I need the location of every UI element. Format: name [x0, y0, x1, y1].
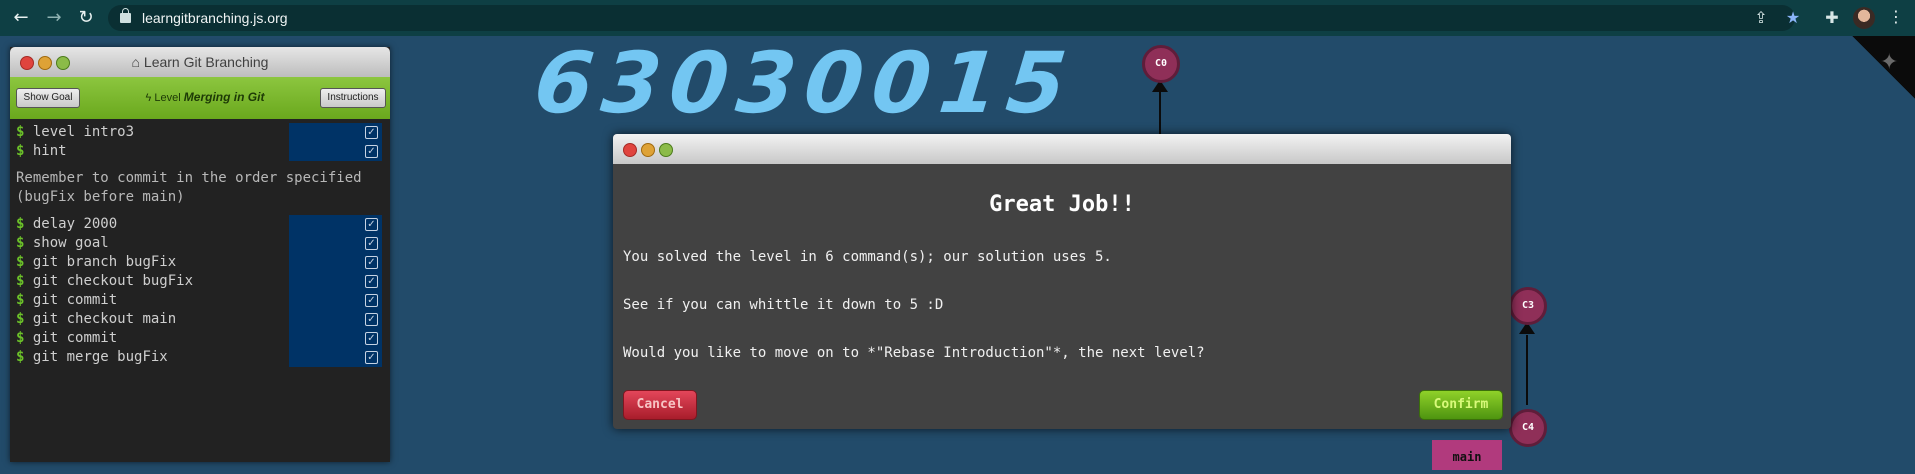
commit-node-c3[interactable]: C3 — [1509, 287, 1547, 325]
level-note: Remember to commit in the order specifie… — [16, 169, 386, 207]
command-line: $ git checkout bugFix — [16, 272, 193, 291]
command-line: $ hint — [16, 142, 67, 161]
instructions-button[interactable]: Instructions — [320, 88, 386, 108]
checkbox-checked-icon: ✓ — [365, 351, 378, 364]
prompt-symbol: $ — [16, 254, 25, 270]
level-title: ϟ Level Merging in Git — [130, 90, 280, 104]
command-line: $ git branch bugFix — [16, 253, 176, 272]
close-dot-icon[interactable] — [623, 143, 637, 157]
dialog-heading: Great Job!! — [989, 192, 1135, 217]
confirm-button[interactable]: Confirm — [1419, 390, 1503, 420]
more-icon[interactable]: ⋮ — [1888, 7, 1904, 29]
url-text[interactable]: learngitbranching.js.org — [142, 10, 288, 26]
level-toolbar: Show Goal ϟ Level Merging in Git Instruc… — [10, 77, 390, 119]
command-line: $ git commit — [16, 291, 117, 310]
command-line: $ git checkout main — [16, 310, 176, 329]
prompt-symbol: $ — [16, 273, 25, 289]
checkbox-checked-icon: ✓ — [365, 237, 378, 250]
checkbox-checked-icon: ✓ — [365, 275, 378, 288]
command-line: $ level intro3 — [16, 123, 134, 142]
prompt-symbol: $ — [16, 330, 25, 346]
level-complete-dialog: Great Job!! You solved the level in 6 co… — [613, 134, 1511, 429]
commit-node-c4[interactable]: C4 — [1509, 409, 1547, 447]
maximize-dot-icon[interactable] — [659, 143, 673, 157]
commit-node-c0[interactable]: C0 — [1142, 45, 1180, 83]
checkbox-checked-icon: ✓ — [365, 126, 378, 139]
profile-avatar[interactable] — [1853, 7, 1875, 29]
share-icon[interactable]: ⇪ — [1751, 8, 1771, 28]
command-text: git checkout bugFix — [32, 273, 194, 289]
prompt-symbol: $ — [16, 216, 25, 232]
handwritten-number: 63030015 — [529, 34, 1080, 132]
dialog-message-line: See if you can whittle it down to 5 :D — [623, 297, 944, 313]
note-line: Remember to commit in the order specifie… — [16, 170, 362, 186]
command-text: show goal — [32, 235, 109, 251]
prompt-symbol: $ — [16, 235, 25, 251]
command-text: level intro3 — [32, 124, 135, 140]
note-line: (bugFix before main) — [16, 189, 185, 205]
checkbox-checked-icon: ✓ — [365, 218, 378, 231]
command-line: $ show goal — [16, 234, 109, 253]
panel-titlebar: ⌂ Learn Git Branching — [10, 47, 390, 77]
command-text: git checkout main — [32, 311, 177, 327]
prompt-symbol: $ — [16, 349, 25, 365]
prompt-symbol: $ — [16, 124, 25, 140]
command-line: $ git merge bugFix — [16, 348, 168, 367]
checkbox-checked-icon: ✓ — [365, 313, 378, 326]
prompt-symbol: $ — [16, 143, 25, 159]
command-line: $ git commit — [16, 329, 117, 348]
checkbox-checked-icon: ✓ — [365, 145, 378, 158]
branch-label-main[interactable]: main — [1432, 440, 1502, 470]
star-icon[interactable]: ★ — [1783, 8, 1803, 28]
checkbox-checked-icon: ✓ — [365, 294, 378, 307]
reload-icon[interactable]: ↻ — [75, 7, 97, 29]
command-text: git merge bugFix — [32, 349, 168, 365]
command-text: git commit — [32, 292, 118, 308]
edge-c0 — [1159, 92, 1161, 134]
browser-toolbar: ← → ↻ learngitbranching.js.org ⇪ ★ ✚ ⋮ — [0, 0, 1915, 36]
dialog-message-line: Would you like to move on to *"Rebase In… — [623, 345, 1205, 361]
command-text: delay 2000 — [32, 216, 118, 232]
home-icon: ⌂ — [131, 54, 141, 70]
cancel-button[interactable]: Cancel — [623, 390, 697, 420]
forward-arrow-icon[interactable]: → — [43, 7, 65, 29]
prompt-symbol: $ — [16, 292, 25, 308]
level-prefix: Level — [154, 92, 181, 104]
command-text: git commit — [32, 330, 118, 346]
dialog-message-line: You solved the level in 6 command(s); ou… — [623, 249, 1112, 265]
panel-title-text: Learn Git Branching — [143, 54, 269, 70]
command-text: hint — [32, 143, 67, 159]
panel-title: ⌂ Learn Git Branching — [10, 54, 390, 70]
level-panel: ⌂ Learn Git Branching Show Goal ϟ Level … — [10, 47, 390, 462]
edge-c4-c3 — [1526, 335, 1528, 405]
checkbox-checked-icon: ✓ — [365, 256, 378, 269]
lock-icon — [120, 8, 131, 23]
command-line: $ delay 2000 — [16, 215, 117, 234]
prompt-symbol: $ — [16, 311, 25, 327]
minimize-dot-icon[interactable] — [641, 143, 655, 157]
address-bar[interactable]: learngitbranching.js.org — [108, 5, 1795, 31]
show-goal-button[interactable]: Show Goal — [16, 88, 80, 108]
dialog-titlebar — [613, 134, 1511, 164]
back-arrow-icon[interactable]: ← — [10, 7, 32, 29]
checkbox-checked-icon: ✓ — [365, 332, 378, 345]
level-name: Merging in Git — [183, 90, 265, 104]
extensions-icon[interactable]: ✚ — [1822, 8, 1842, 28]
github-octocat-icon[interactable]: ✦ — [1880, 50, 1898, 75]
lightning-icon: ϟ — [145, 92, 152, 104]
command-text: git branch bugFix — [32, 254, 177, 270]
